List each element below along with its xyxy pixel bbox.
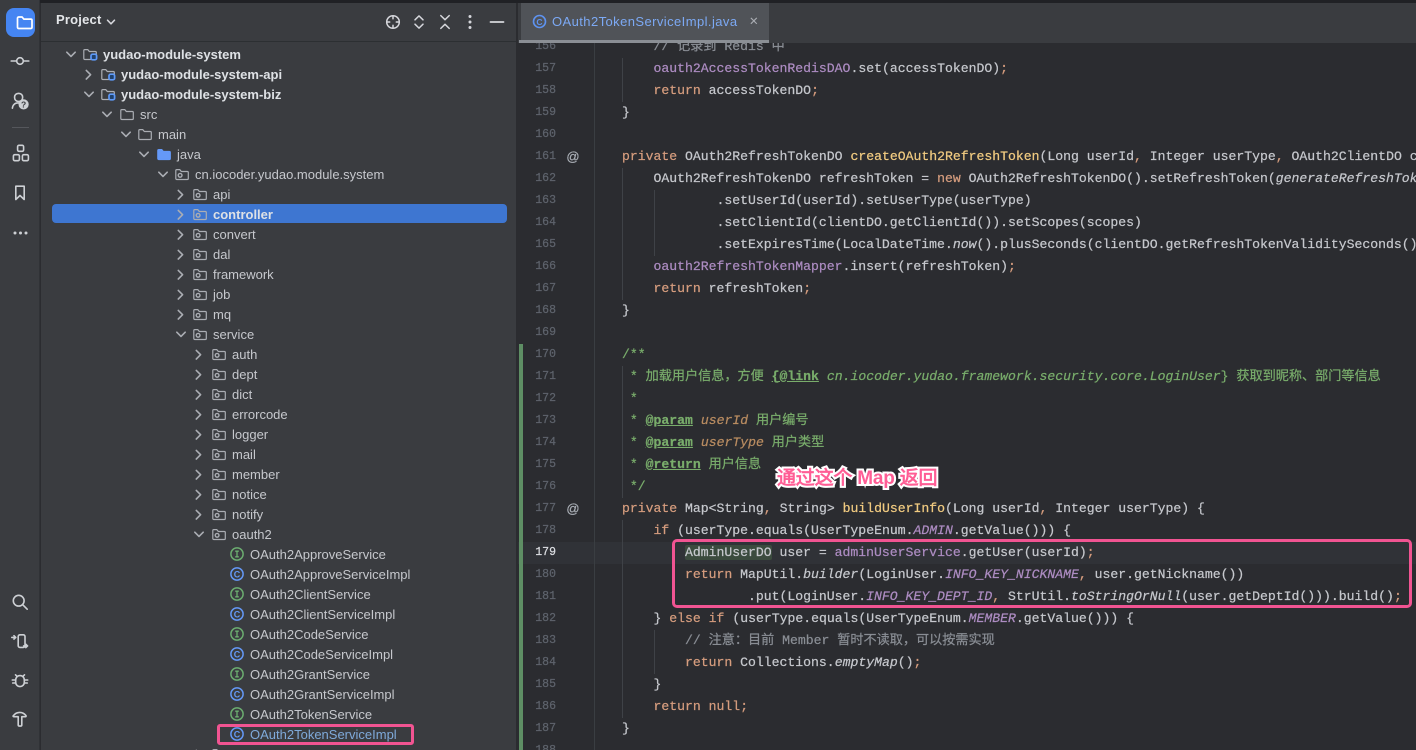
svg-text:C: C xyxy=(234,689,241,699)
svg-text:C: C xyxy=(234,609,241,619)
svg-text:?: ? xyxy=(21,99,26,109)
svg-text:C: C xyxy=(536,17,542,27)
svg-text:C: C xyxy=(234,649,241,659)
svg-text:C: C xyxy=(234,569,241,579)
